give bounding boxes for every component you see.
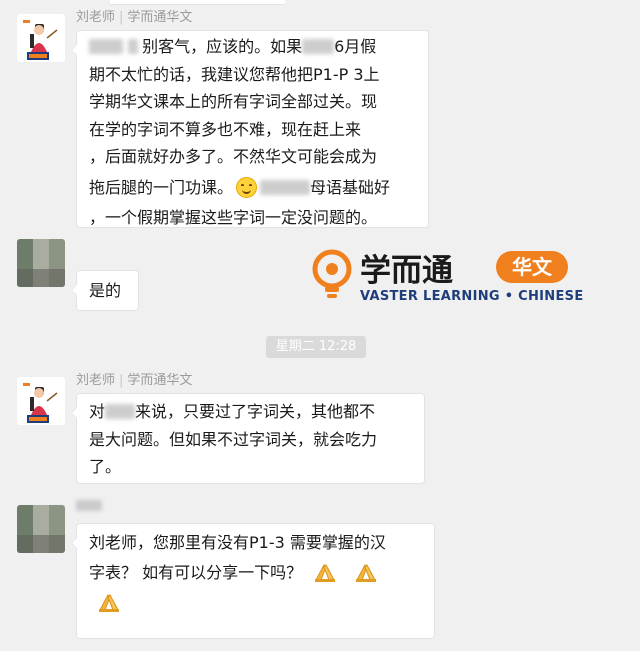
message-text-segment: 6月假: [334, 37, 377, 56]
redacted-name: [260, 179, 311, 195]
lightbulb-icon: [312, 249, 352, 298]
sender-org: 学而通华文: [127, 373, 193, 388]
message-text-segment: 字表？ 如有可以分享一下吗？: [89, 563, 303, 582]
brand-tagline: VASTER LEARNING • CHINESE: [360, 289, 584, 304]
message-text-segment: 拖后腿的一门功课。: [89, 177, 234, 197]
teacher-avatar[interactable]: [17, 377, 65, 425]
parent-avatar[interactable]: [17, 505, 65, 553]
sender-name: 刘老师: [76, 10, 116, 25]
sender-label-redacted: [76, 498, 102, 513]
sender-label: 刘老师 | 学而通华文: [76, 6, 192, 25]
previous-message-edge: [110, 0, 285, 5]
message-line: ，后面就好办多了。不然华文可能会成为: [89, 147, 378, 166]
smiling-face-emoji-icon: [236, 176, 258, 198]
message-bubble[interactable]: 对 来说，只要过了字词关，其他都不 是大问题。但如果不过字词关，就会吃力 了。: [71, 393, 425, 484]
redacted-name: [302, 39, 335, 54]
message-line: [89, 588, 434, 618]
redacted-name: [76, 500, 102, 511]
brand-badge: 华文: [496, 251, 568, 283]
parent-avatar-icon: [17, 505, 65, 553]
sender-separator: |: [119, 10, 124, 25]
message-text-segment: 母语基础好: [310, 177, 391, 197]
parent-avatar[interactable]: [17, 239, 65, 287]
parent-avatar-icon: [17, 239, 65, 287]
message-line: 在学的字词不算多也不难，现在赶上来: [89, 119, 362, 139]
message-line: 是大问题。但如果不过字词关，就会吃力: [89, 429, 378, 449]
message-line: 期不太忙的话，我建议您帮他把P1-P 3上: [89, 64, 380, 84]
sender-label: 刘老师 | 学而通华文: [76, 369, 192, 388]
message-line: ，一个假期掌握这些字词一定没问题的。: [89, 207, 378, 227]
message-bubble[interactable]: 是的: [71, 270, 139, 311]
message-line: 别客气，应该的。如果 6月假: [89, 33, 428, 61]
message-line: 了。: [89, 457, 122, 476]
teacher-avatar-icon: [17, 377, 65, 425]
message-line: 是的: [89, 281, 122, 300]
teacher-avatar-icon: [17, 14, 65, 62]
message-text-segment: 对: [89, 402, 106, 421]
message-text-segment: 别客气，应该的。如果: [142, 37, 303, 56]
timestamp: 星期二 12:28: [266, 336, 366, 358]
message-line: 学期华文课本上的所有字词全部过关。现: [89, 92, 378, 111]
folded-hands-emoji-icon: [315, 564, 336, 582]
folded-hands-emoji-icon: [99, 594, 119, 612]
message-bubble[interactable]: 别客气，应该的。如果 6月假 期不太忙的话，我建议您帮他把P1-P 3上 学期华文…: [71, 30, 429, 228]
brand-name: 学而通: [360, 253, 453, 289]
folded-hands-emoji-icon: [356, 564, 377, 582]
sender-name: 刘老师: [76, 373, 116, 388]
message-bubble[interactable]: 刘老师，您那里有没有P1-3 需要掌握的汉 字表？ 如有可以分享一下吗？: [71, 523, 435, 639]
message-text-segment: 来说，只要过了字词关，其他都不: [135, 402, 376, 421]
message-line: 对 来说，只要过了字词关，其他都不: [89, 398, 424, 426]
redacted-name: [128, 39, 139, 54]
redacted-name: [105, 404, 136, 419]
message-line: 字表？ 如有可以分享一下吗？: [89, 558, 434, 588]
sender-separator: |: [119, 373, 124, 388]
teacher-avatar[interactable]: [17, 14, 65, 62]
message-line: 拖后腿的一门功课。 母语基础好: [89, 171, 428, 204]
message-line: 刘老师，您那里有没有P1-3 需要掌握的汉: [89, 533, 386, 552]
redacted-name: [89, 39, 123, 54]
sender-org: 学而通华文: [127, 10, 193, 25]
brand-logo: 学而通 华文 VASTER LEARNING • CHINESE: [310, 245, 583, 307]
